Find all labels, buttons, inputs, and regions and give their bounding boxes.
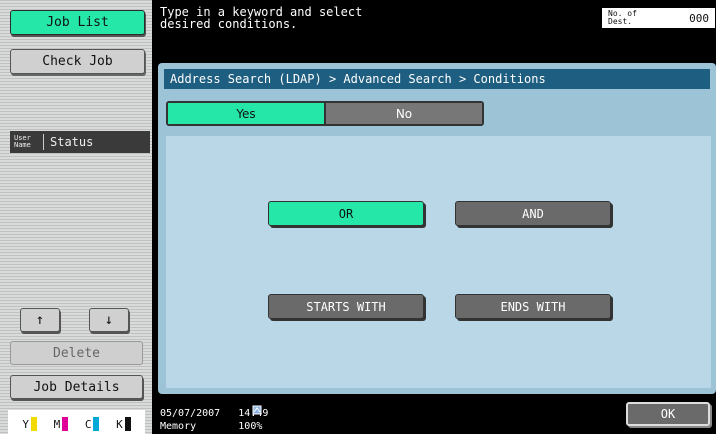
memory-status: Memory 100%: [160, 422, 262, 432]
job-status-header: User Name Status: [10, 131, 150, 153]
job-list-button[interactable]: Job List: [10, 10, 145, 35]
tab-yes[interactable]: Yes: [168, 103, 326, 124]
and-button[interactable]: AND: [455, 201, 611, 226]
main-area: Address Search (LDAP) > Advanced Search …: [158, 63, 716, 394]
toner-levels: Y M C K: [8, 410, 145, 434]
network-icon: [252, 405, 262, 415]
job-details-label: Job Details: [33, 379, 120, 395]
down-arrow-icon: ↓: [104, 312, 114, 328]
ok-button[interactable]: OK: [626, 402, 710, 426]
tab-no[interactable]: No: [326, 103, 482, 124]
scroll-down-button[interactable]: ↓: [89, 308, 129, 332]
status-header: Status: [50, 135, 94, 149]
message-bar: Type in a keyword and select desired con…: [152, 0, 716, 57]
check-job-label: Check Job: [42, 54, 113, 69]
memory-label: Memory: [160, 421, 197, 432]
dest-count-value: 000: [689, 11, 709, 25]
up-arrow-icon: ↑: [35, 312, 45, 328]
toner-magenta-bar: [62, 417, 69, 431]
yes-no-tabs: Yes No: [166, 101, 484, 126]
instruction-message: Type in a keyword and select desired con…: [160, 5, 363, 31]
memory-value: 100%: [238, 421, 263, 432]
bottom-status-bar: 05/07/2007 14:49 Memory 100% OK: [152, 400, 716, 434]
ends-with-button[interactable]: ENDS WITH: [455, 294, 611, 319]
job-list-label: Job List: [46, 15, 109, 30]
starts-with-button[interactable]: STARTS WITH: [268, 294, 424, 319]
dest-count-label: No. of Dest.: [608, 9, 637, 26]
breadcrumb: Address Search (LDAP) > Advanced Search …: [164, 69, 710, 89]
toner-cyan-bar: [93, 417, 100, 431]
toner-magenta: M: [54, 417, 69, 431]
conditions-panel: OR AND STARTS WITH ENDS WITH: [166, 136, 711, 388]
scroll-up-button[interactable]: ↑: [20, 308, 60, 332]
check-job-button[interactable]: Check Job: [10, 49, 145, 74]
toner-yellow-bar: [30, 417, 37, 431]
left-panel: Job List Check Job User Name Status ↑ ↓ …: [0, 0, 152, 434]
date-text: 05/07/2007: [160, 408, 221, 419]
toner-black-bar: [124, 417, 131, 431]
delete-label: Delete: [53, 345, 100, 361]
toner-cyan: C: [85, 417, 100, 431]
toner-yellow: Y: [22, 417, 37, 431]
user-name-header: User Name: [10, 134, 44, 150]
destination-count-box: No. of Dest. 000: [602, 8, 715, 28]
breadcrumb-text: Address Search (LDAP) > Advanced Search …: [170, 72, 546, 86]
or-button[interactable]: OR: [268, 201, 424, 226]
job-details-button[interactable]: Job Details: [10, 375, 143, 399]
delete-button[interactable]: Delete: [10, 341, 143, 365]
toner-black: K: [116, 417, 131, 431]
ok-label: OK: [660, 407, 676, 421]
